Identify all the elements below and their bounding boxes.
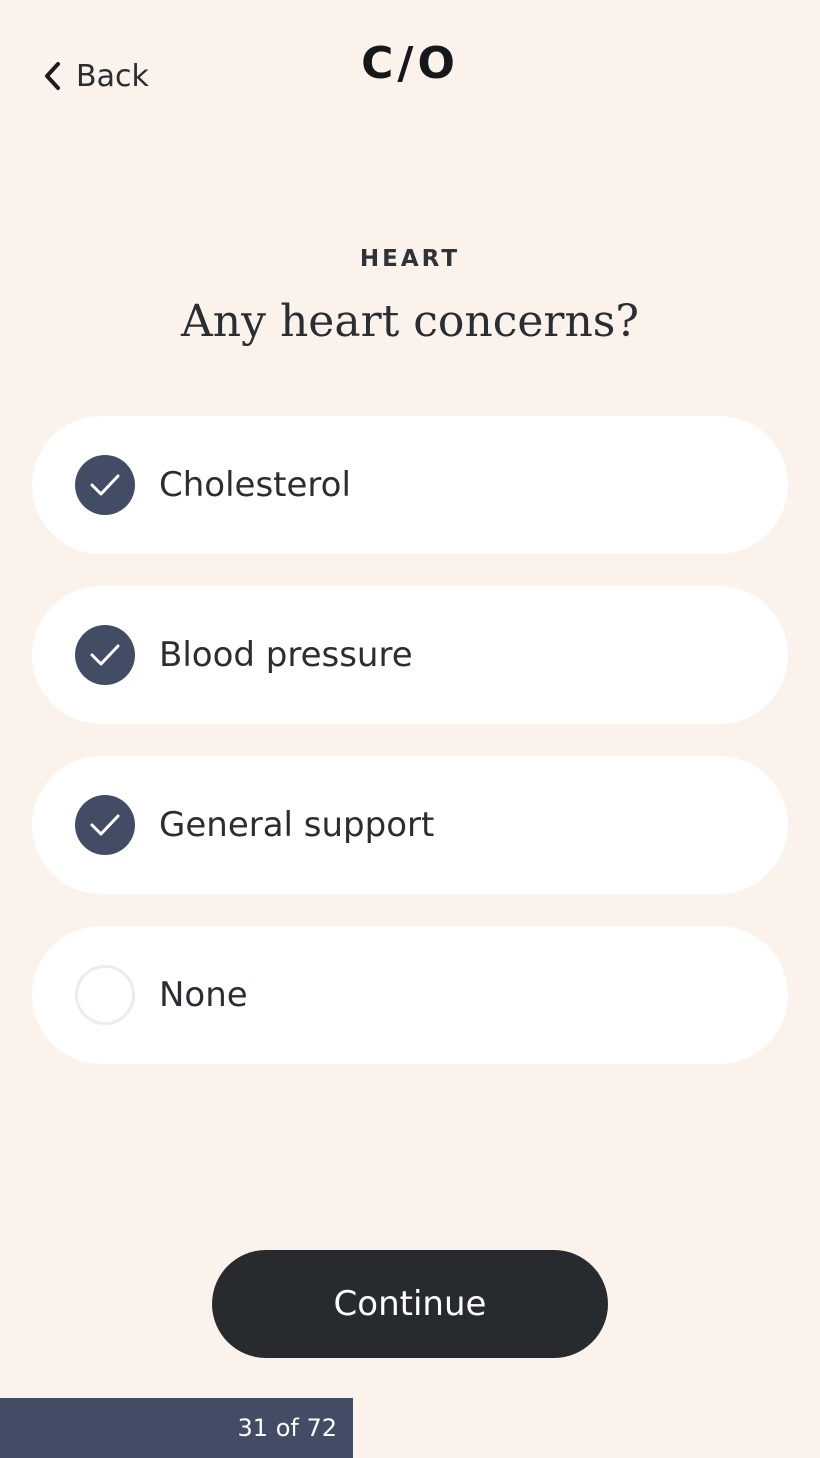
option-label: General support <box>159 805 435 845</box>
progress-bar: 31 of 72 <box>0 1398 353 1458</box>
option-none[interactable]: None <box>32 926 788 1064</box>
question-title: Any heart concerns? <box>181 296 639 347</box>
check-icon <box>75 455 135 515</box>
option-label: Blood pressure <box>159 635 413 675</box>
continue-button[interactable]: Continue <box>212 1250 608 1358</box>
option-label: Cholesterol <box>159 465 351 505</box>
empty-circle-icon <box>75 965 135 1025</box>
option-general-support[interactable]: General support <box>32 756 788 894</box>
logo: C/O <box>361 38 459 89</box>
check-icon <box>75 795 135 855</box>
progress-text: 31 of 72 <box>237 1414 337 1442</box>
option-label: None <box>159 975 248 1015</box>
check-icon <box>75 625 135 685</box>
option-blood-pressure[interactable]: Blood pressure <box>32 586 788 724</box>
option-cholesterol[interactable]: Cholesterol <box>32 416 788 554</box>
section-label: HEART <box>359 246 461 272</box>
